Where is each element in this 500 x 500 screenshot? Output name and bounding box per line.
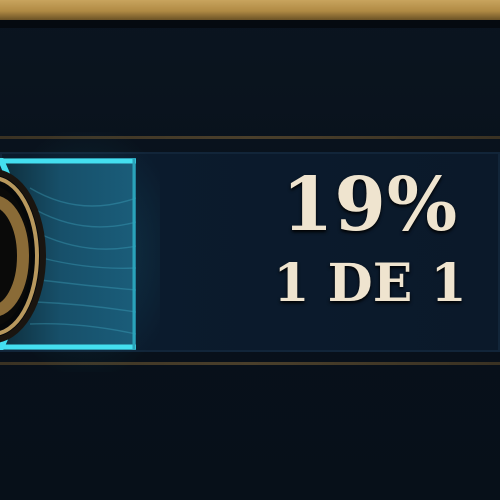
progress-count-text: 1 DE 1 [273,253,467,314]
progress-readout: 19% 1 DE 1 [240,160,500,314]
top-gold-border [0,0,500,20]
gold-ring-emblem-icon [0,166,48,346]
progress-percent-text: 19% [281,162,459,248]
top-dark-band [0,20,500,28]
progress-screen: 19% 1 DE 1 [0,0,500,500]
